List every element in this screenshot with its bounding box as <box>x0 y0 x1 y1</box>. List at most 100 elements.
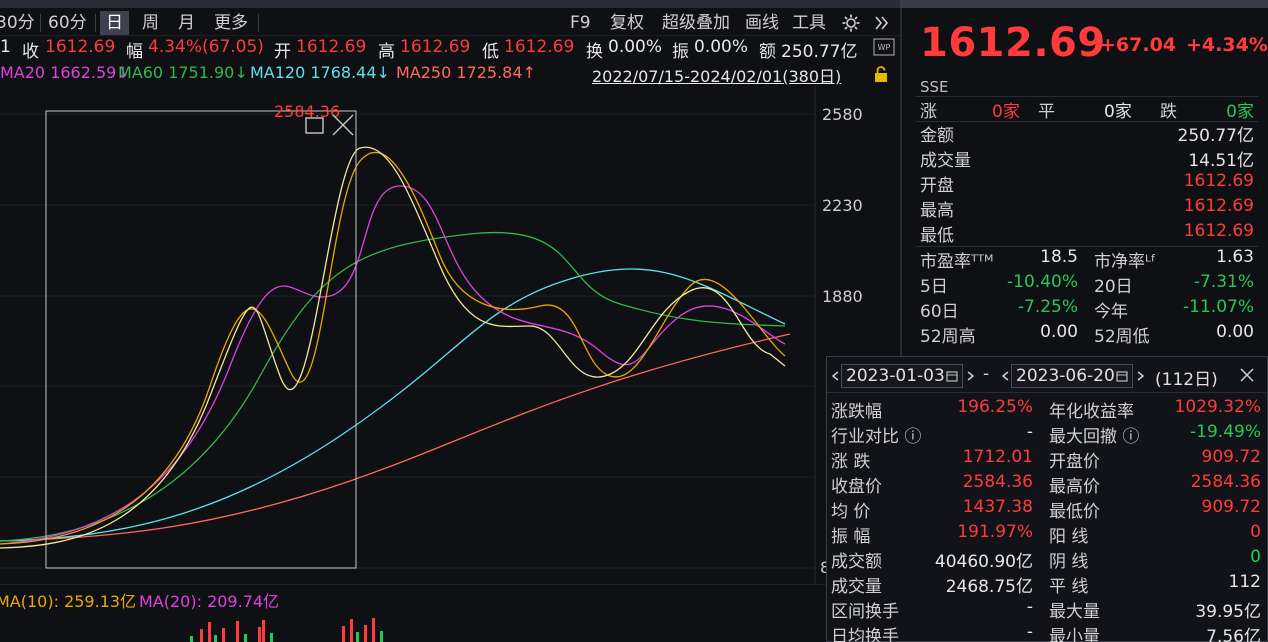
stats-row: 行业对比 ⓘ - 最大回撤 ⓘ -19.49% <box>831 422 1261 447</box>
turnover-value: 0.00% <box>608 37 663 57</box>
stat-value: 1712.01 <box>962 447 1033 467</box>
tab-week[interactable]: 周 <box>142 11 159 35</box>
last-price: 1612.69 <box>920 20 1106 66</box>
tab-60min[interactable]: 60分 <box>48 11 87 35</box>
amount-value: 250.77亿 <box>781 42 858 62</box>
close-box-icon[interactable] <box>332 114 354 136</box>
volume-bar <box>270 633 273 642</box>
quote-panel: 1612.69 +67.04 +4.34% SSE 涨 0家 平 0家 跌 0家… <box>902 8 1268 358</box>
quote-row: 金额 250.77亿 <box>920 121 1254 146</box>
stat-value: 2468.75亿 <box>945 577 1033 597</box>
ytd-label: 今年 <box>1094 302 1128 322</box>
chevron-right-icon[interactable] <box>1137 371 1145 381</box>
tab-30min[interactable]: 30分 <box>0 11 35 35</box>
high-value: 1612.69 <box>1183 196 1254 216</box>
amp-label: 幅 <box>126 42 143 62</box>
week52-row: 52周高 0.00 52周低 0.00 <box>920 322 1254 347</box>
amount-label: 额 <box>759 42 776 62</box>
tab-day[interactable]: 日 <box>100 11 129 35</box>
y-tick-1880: 1880 <box>822 287 863 306</box>
calendar-icon[interactable] <box>1116 370 1128 382</box>
close-icon[interactable] <box>1239 367 1255 383</box>
quote-row: 成交量 14.51亿 <box>920 146 1254 171</box>
stat-label: 年化收益率 <box>1049 402 1134 422</box>
adjust-button[interactable]: 复权 <box>610 11 644 35</box>
stats-row: 收盘价 2584.36 最高价 2584.36 <box>831 472 1261 497</box>
stat-label: 成交量 <box>831 577 882 597</box>
stat-value: 39.95亿 <box>1195 602 1261 622</box>
calendar-icon[interactable] <box>946 370 958 382</box>
pb-value: 1.63 <box>1216 247 1254 267</box>
high-label: 最高 <box>920 201 954 221</box>
vol-ma20-legend: MA(20): 209.74亿 <box>139 592 280 611</box>
w52-high-value: 0.00 <box>1040 322 1078 342</box>
start-date-field[interactable]: 2023-01-03 <box>841 364 963 388</box>
low-label: 低 <box>482 42 499 62</box>
settings-gear-icon[interactable] <box>841 13 861 33</box>
volume-legend-row: MA(10): 259.13亿 MA(20): 209.74亿 <box>0 584 830 611</box>
end-date-value: 2023-06-20 <box>1016 366 1115 386</box>
pb-label: 市净率ᴸᶠ <box>1094 252 1156 272</box>
stats-row: 区间换手 - 最大量 39.95亿 <box>831 597 1261 622</box>
stat-value: 112 <box>1228 572 1261 592</box>
stat-value: 0 <box>1250 547 1261 567</box>
stat-label: 最小量 <box>1049 627 1100 642</box>
stat-label: 最低价 <box>1049 502 1100 522</box>
tools-button[interactable]: 工具 <box>792 11 826 35</box>
wp-icon[interactable]: WP <box>873 38 895 56</box>
amount-label: 金额 <box>920 126 954 146</box>
price-change: +67.04 <box>1100 34 1177 56</box>
divider <box>40 14 41 32</box>
stat-value: 191.97% <box>957 522 1033 542</box>
overlay-button[interactable]: 超级叠加 <box>662 11 730 35</box>
stat-value: 2584.36 <box>962 472 1033 492</box>
ma5-line <box>0 146 786 549</box>
lock-icon[interactable] <box>872 65 890 83</box>
ma60-legend: MA60 1751.90↓ <box>118 63 248 82</box>
stat-label: 最大量 <box>1049 602 1100 622</box>
stat-label: 涨 跌 <box>831 452 871 472</box>
stat-value: 909.72 <box>1201 447 1261 467</box>
d5-label: 5日 <box>920 277 948 297</box>
volume-bar <box>244 634 247 642</box>
chevron-left-icon[interactable] <box>1001 371 1009 381</box>
stat-label: 开盘价 <box>1049 452 1100 472</box>
double-chevron-right-icon[interactable] <box>874 15 890 31</box>
ma10-line <box>0 151 786 545</box>
stat-value: - <box>1026 597 1033 617</box>
popup-header: 2023-01-03 - 2023-06-20 (112日) <box>827 357 1267 393</box>
price-change-pct: +4.34% <box>1186 34 1268 56</box>
swing-label: 振 <box>672 42 689 62</box>
vol-ma10-legend: MA(10): 259.13亿 <box>0 592 137 611</box>
low-value: 1612.69 <box>504 37 575 57</box>
d60-label: 60日 <box>920 302 959 322</box>
y-tick-2230: 2230 <box>822 196 863 215</box>
info-prefix: 1 <box>0 37 11 57</box>
stats-row: 成交量 2468.75亿平 线 112 <box>831 572 1261 597</box>
stat-label: 阳 线 <box>1049 527 1089 547</box>
end-date-field[interactable]: 2023-06-20 <box>1011 364 1133 388</box>
tab-month[interactable]: 月 <box>178 11 195 35</box>
exchange-label: SSE <box>920 78 949 96</box>
date-range-link[interactable]: 2022/07/15-2024/02/01(380日) <box>592 63 841 87</box>
stats-row: 均 价 1437.38 最低价 909.72 <box>831 497 1261 522</box>
volume-chart[interactable] <box>0 610 830 642</box>
draw-line-button[interactable]: 画线 <box>745 11 779 35</box>
tab-more[interactable]: 更多 <box>214 11 248 35</box>
valuation-row: 市盈率ᵀᵀᴹ 18.5 市净率ᴸᶠ 1.63 <box>920 247 1254 272</box>
stat-value: - <box>1026 422 1033 442</box>
d20-value: -7.31% <box>1193 272 1254 292</box>
w52-high-label: 52周高 <box>920 327 976 347</box>
price-chart[interactable]: 2580 2230 1880 8 2584.36 <box>0 86 900 584</box>
volume-bar <box>364 625 367 642</box>
chevron-left-icon[interactable] <box>831 371 839 381</box>
d60-value: -7.25% <box>1017 297 1078 317</box>
chevron-right-icon[interactable] <box>967 371 975 381</box>
ma250-legend: MA250 1725.84↑ <box>396 63 536 82</box>
up-label: 涨 <box>920 102 937 122</box>
ma20-legend: MA20 1662.59↓ <box>0 63 130 82</box>
w52-low-label: 52周低 <box>1094 327 1150 347</box>
f9-button[interactable]: F9 <box>570 11 591 35</box>
ma60-line <box>0 231 786 542</box>
range-selection-box[interactable] <box>45 110 357 569</box>
